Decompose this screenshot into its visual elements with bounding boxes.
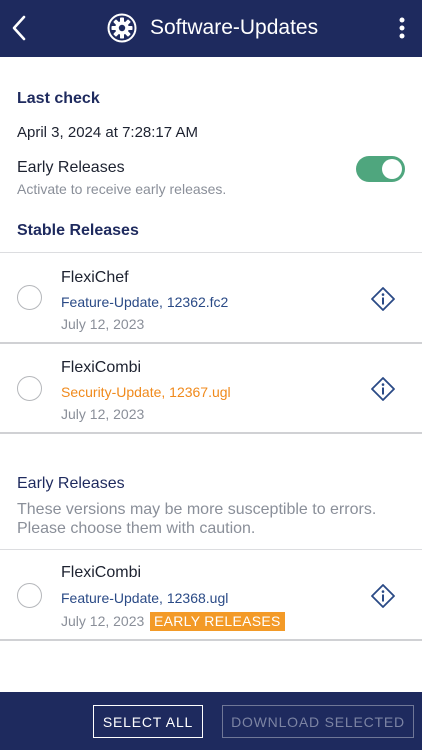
item-name: FlexiCombi	[61, 359, 142, 376]
item-version: Security-Update, 12367.ugl	[61, 384, 231, 400]
toggle-knob	[382, 159, 402, 179]
select-radio[interactable]	[17, 285, 42, 310]
back-button[interactable]	[4, 10, 34, 46]
bottom-action-bar: SELECT ALL DOWNLOAD SELECTED	[0, 692, 422, 750]
chevron-left-icon	[12, 15, 26, 41]
item-date: July 12, 2023	[61, 613, 145, 629]
early-releases-note-line1: These versions may be more susceptible t…	[17, 501, 377, 518]
page-title: Software-Updates	[150, 16, 319, 39]
early-releases-toggle[interactable]	[356, 156, 405, 182]
select-all-button[interactable]: SELECT ALL	[93, 705, 203, 738]
vertical-dots-icon	[399, 17, 405, 39]
top-app-bar: Software-Updates	[0, 0, 422, 57]
stable-releases-heading: Stable Releases	[17, 222, 139, 239]
early-releases-heading: Early Releases	[17, 475, 125, 492]
download-selected-button[interactable]: DOWNLOAD SELECTED	[222, 705, 414, 738]
content-area: Last check April 3, 2024 at 7:28:17 AM E…	[0, 57, 422, 692]
item-version: Feature-Update, 12368.ugl	[61, 590, 229, 606]
early-releases-note-line2: Please choose them with caution.	[17, 520, 256, 537]
item-date: July 12, 2023	[61, 406, 145, 422]
divider	[0, 252, 422, 253]
info-icon[interactable]	[370, 286, 396, 312]
select-radio[interactable]	[17, 583, 42, 608]
early-releases-toggle-hint: Activate to receive early releases.	[17, 181, 227, 197]
title-group: Software-Updates	[107, 12, 318, 44]
overflow-menu-button[interactable]	[392, 12, 412, 44]
last-check-heading: Last check	[17, 90, 100, 107]
divider	[0, 342, 422, 344]
early-release-badge: EARLY RELEASES	[150, 612, 285, 631]
info-icon[interactable]	[370, 376, 396, 402]
last-check-value: April 3, 2024 at 7:28:17 AM	[17, 124, 198, 141]
select-radio[interactable]	[17, 376, 42, 401]
divider	[0, 432, 422, 434]
gear-icon	[107, 13, 137, 43]
early-releases-toggle-label: Early Releases	[17, 159, 125, 176]
divider	[0, 639, 422, 641]
item-name: FlexiCombi	[61, 564, 142, 581]
item-name: FlexiChef	[61, 269, 129, 286]
item-version: Feature-Update, 12362.fc2	[61, 294, 229, 310]
info-icon[interactable]	[370, 583, 396, 609]
divider	[0, 549, 422, 550]
item-date: July 12, 2023	[61, 316, 145, 332]
